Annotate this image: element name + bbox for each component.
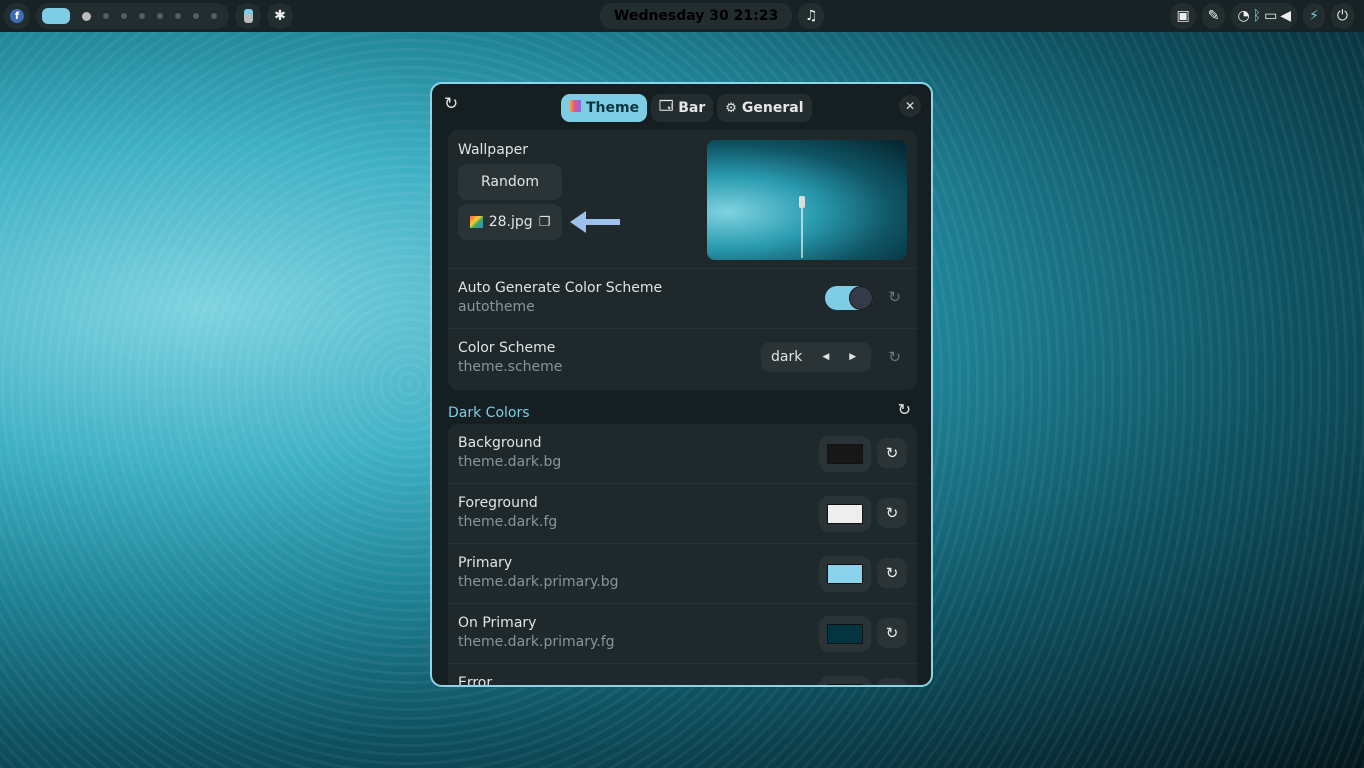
clock-text: Wednesday 30 21:23: [614, 8, 779, 24]
color-swatch: [827, 504, 863, 524]
arrow-left-icon: [570, 211, 620, 233]
fedora-launcher-button[interactable]: f: [4, 3, 30, 29]
next-icon[interactable]: ▶: [839, 352, 866, 362]
reset-icon: ↻: [885, 624, 899, 642]
color-row: Foreground theme.dark.fg ↻: [448, 484, 917, 544]
network-button[interactable]: ▣: [1170, 3, 1196, 29]
workspace[interactable]: [103, 13, 109, 19]
reset-icon[interactable]: ↻: [888, 288, 901, 306]
tab-general[interactable]: ⚙ General: [717, 94, 812, 122]
tab-label: General: [741, 100, 804, 116]
speedometer-icon: ◔: [1237, 8, 1250, 24]
tab-label: Theme: [586, 100, 640, 116]
palette-icon: [569, 100, 581, 116]
power-button[interactable]: ⏻: [1330, 3, 1354, 29]
battery-bolt-icon: ⚡: [1309, 8, 1319, 24]
workspace[interactable]: [121, 13, 127, 19]
autotheme-toggle[interactable]: [825, 286, 873, 310]
reset-icon: ↻: [885, 564, 899, 582]
color-scheme-selector: dark ◀ ▶: [761, 342, 871, 372]
battery-button[interactable]: ⚡: [1303, 3, 1325, 29]
tab-bar[interactable]: 🗔 Bar: [651, 94, 714, 122]
toggle-button[interactable]: [235, 3, 261, 29]
tab-label: Bar: [678, 100, 706, 116]
color-picker-icon: ✎: [1207, 8, 1220, 24]
reset-icon: ↻: [886, 684, 899, 685]
color-row: Primary theme.dark.primary.bg ↻: [448, 544, 917, 604]
dark-colors-card: Background theme.dark.bg ↻ Foreground theme.…: [448, 424, 917, 685]
reset-icon: ↻: [885, 444, 899, 462]
color-picker-button[interactable]: [819, 436, 871, 472]
workspace[interactable]: [211, 13, 217, 19]
previous-icon[interactable]: ◀: [812, 352, 839, 362]
reset-icon[interactable]: ↻: [888, 348, 901, 366]
dark-colors-title: Dark Colors: [448, 405, 530, 421]
workspace[interactable]: [139, 13, 145, 19]
color-swatch: [827, 624, 863, 644]
wallpaper-card: Wallpaper Random 28.jpg ❐ Auto Generate …: [448, 130, 917, 390]
color-picker-button[interactable]: ✎: [1201, 3, 1226, 29]
workspace-active[interactable]: [42, 8, 70, 24]
volume-icon: ◀: [1280, 8, 1292, 24]
autotheme-row: Auto Generate Color Scheme autotheme ↻: [448, 269, 917, 329]
reset-color-button[interactable]: ↻: [877, 618, 907, 648]
window-icon: 🗔: [659, 99, 674, 114]
wallpaper-filename: 28.jpg: [488, 214, 533, 230]
color-picker-button[interactable]: [819, 556, 871, 592]
display-icon: ▭: [1264, 8, 1278, 24]
wallpaper-label: Wallpaper: [458, 142, 529, 158]
wallpaper-file-button[interactable]: 28.jpg ❐: [458, 204, 562, 240]
color-swatch: [827, 564, 863, 584]
fedora-logo-icon: f: [10, 9, 24, 23]
workspace[interactable]: [82, 11, 91, 21]
dark-colors-header: Dark Colors ↻: [448, 400, 917, 421]
color-row: On Primary theme.dark.primary.fg ↻: [448, 604, 917, 664]
clock[interactable]: Wednesday 30 21:23: [600, 3, 793, 29]
color-scheme-value: dark: [771, 349, 803, 365]
gear-icon: ⚙: [725, 100, 737, 116]
color-swatch: [827, 684, 863, 685]
quick-settings-button[interactable]: ◔ ᛒ ▭ ◀: [1231, 3, 1298, 29]
network-icon: ▣: [1176, 8, 1190, 24]
close-button[interactable]: ✕: [899, 95, 921, 117]
wallpaper-preview[interactable]: [707, 140, 907, 260]
color-picker-button[interactable]: [819, 496, 871, 532]
workspace[interactable]: [193, 13, 199, 19]
workspace[interactable]: [175, 13, 181, 19]
color-picker-button[interactable]: [819, 616, 871, 652]
color-picker-button[interactable]: [819, 676, 871, 685]
settings-button[interactable]: ✱: [267, 3, 293, 29]
reset-icon: ↻: [885, 504, 899, 522]
music-icon: ♫: [804, 8, 818, 24]
settings-window: ↻ Theme 🗔 Bar ⚙ General ✕ Wallpaper Random 2…: [430, 82, 933, 687]
color-row: Error↻: [448, 664, 917, 685]
gear-icon: ✱: [274, 8, 286, 24]
random-wallpaper-button[interactable]: Random: [458, 164, 562, 200]
reset-color-button[interactable]: ↻: [877, 558, 907, 588]
toggle-icon: [243, 9, 253, 23]
image-icon: [469, 216, 483, 228]
color-row: Background theme.dark.bg ↻: [448, 424, 917, 484]
workspace[interactable]: [157, 13, 163, 19]
bluetooth-icon: ᛒ: [1252, 8, 1262, 24]
workspaces: [36, 3, 229, 29]
reload-icon[interactable]: ↻: [444, 94, 458, 114]
reset-all-icon[interactable]: ↻: [898, 400, 911, 419]
color-scheme-row: Color Scheme theme.scheme dark ◀ ▶ ↻: [448, 329, 917, 389]
reset-color-button[interactable]: ↻: [877, 678, 907, 685]
color-swatch: [827, 444, 863, 464]
media-button[interactable]: ♫: [798, 3, 825, 29]
reset-color-button[interactable]: ↻: [877, 498, 907, 528]
reset-color-button[interactable]: ↻: [877, 438, 907, 468]
power-icon: ⏻: [1336, 8, 1348, 24]
tab-theme[interactable]: Theme: [561, 94, 648, 122]
copy-icon: ❐: [538, 214, 551, 230]
